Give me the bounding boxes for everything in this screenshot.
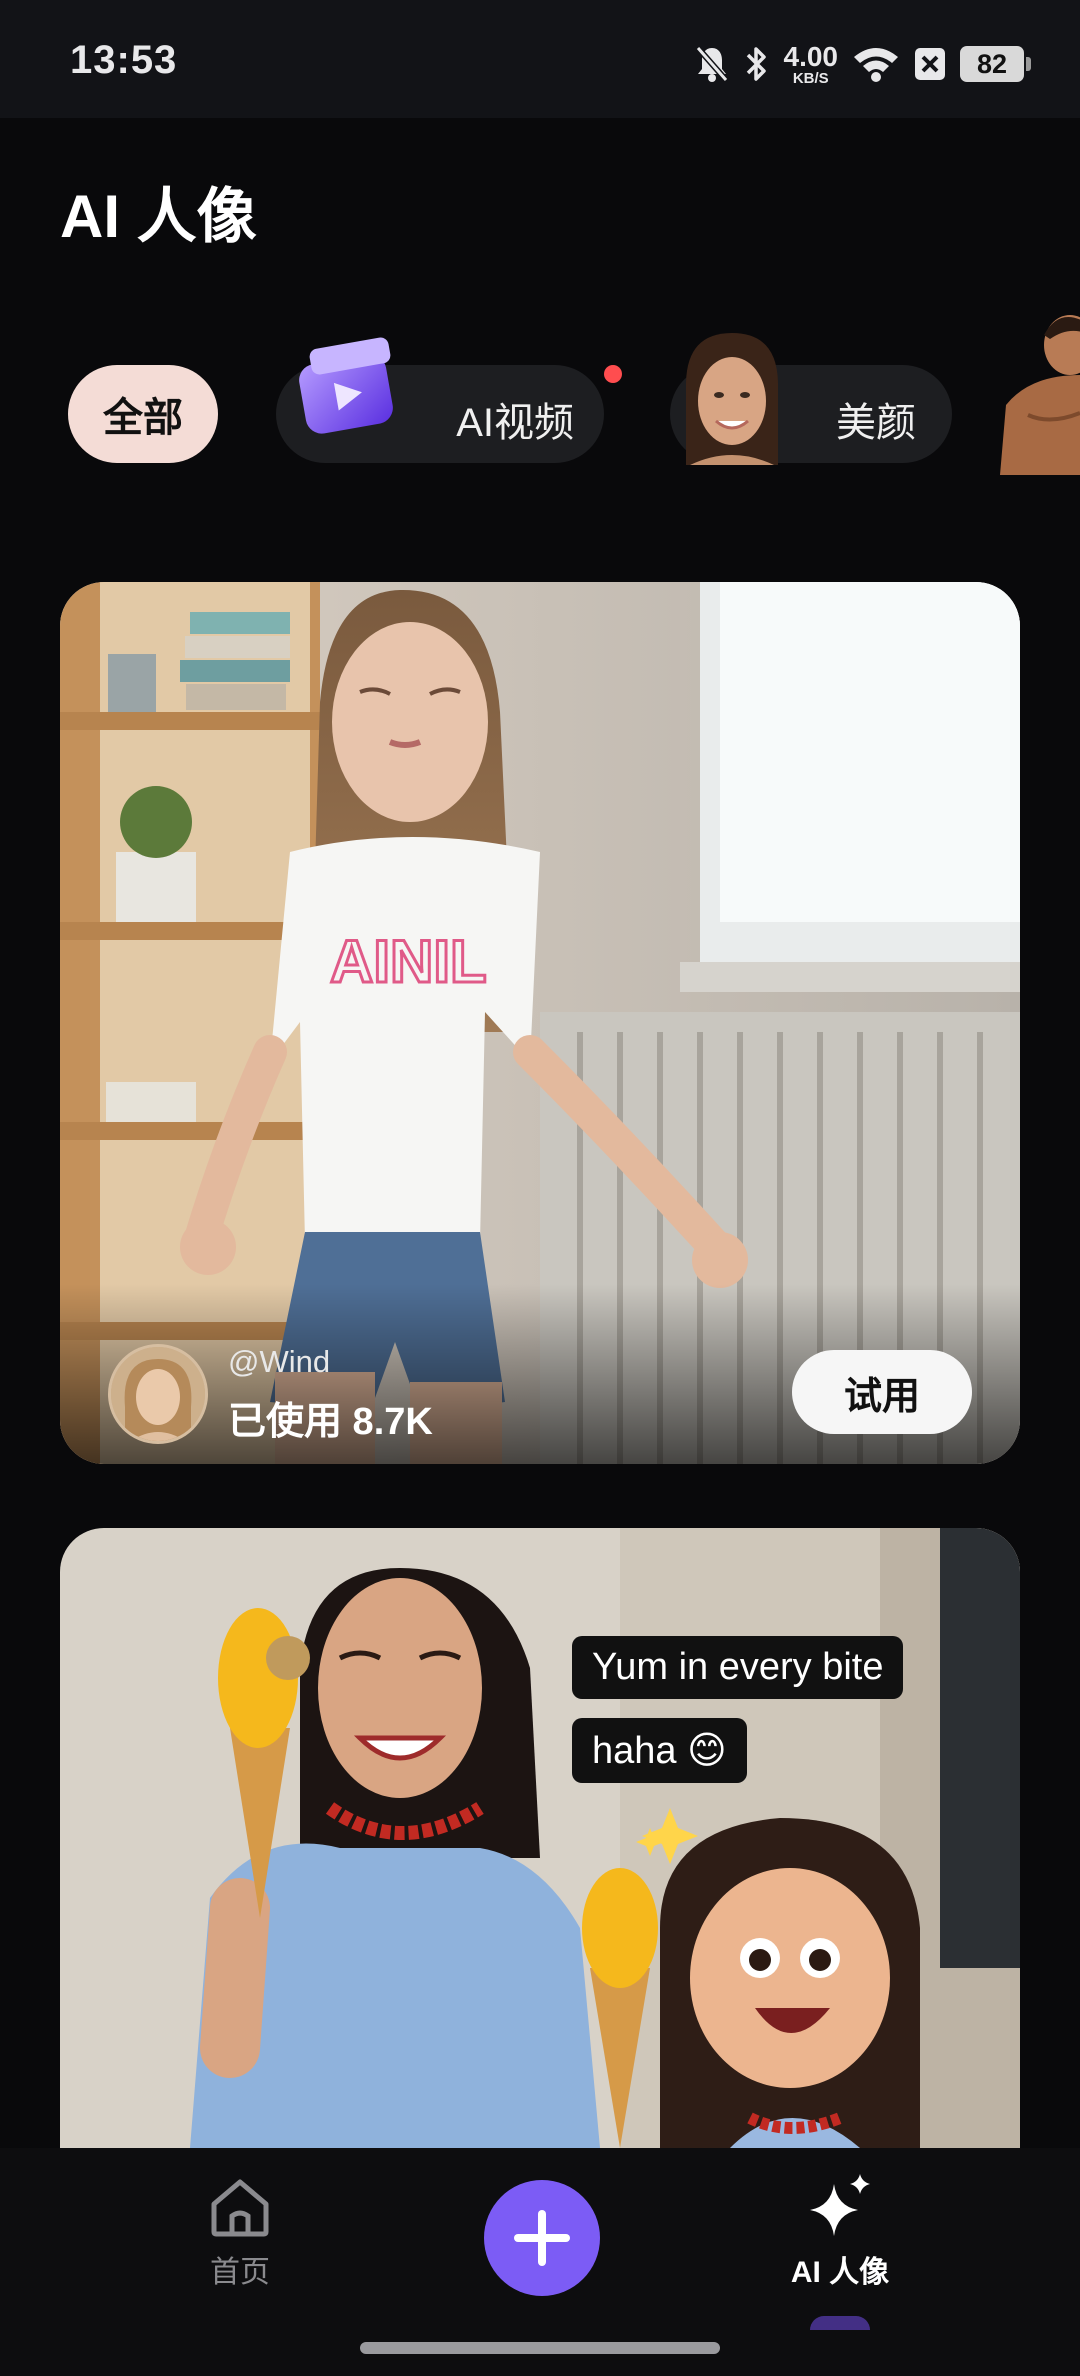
nav-home[interactable]: 首页 bbox=[190, 2178, 290, 2291]
home-indicator[interactable] bbox=[360, 2342, 720, 2354]
plus-icon bbox=[514, 2210, 570, 2266]
beauty-face-image bbox=[686, 333, 778, 465]
category-ai-video-chip[interactable]: AI视频 bbox=[276, 337, 604, 463]
battery-icon: 82 bbox=[960, 46, 1031, 82]
category-ai-video-label: AI视频 bbox=[456, 401, 574, 445]
page-title: AI 人像 bbox=[60, 183, 257, 250]
nav-home-label: 首页 bbox=[210, 2256, 270, 2289]
network-speed-unit: KB/S bbox=[792, 69, 829, 87]
usage-count: 已使用 8.7K bbox=[228, 1401, 433, 1443]
nav-ai-portrait[interactable]: AI 人像 bbox=[780, 2172, 900, 2291]
caption-haha: haha 😊 bbox=[572, 1718, 747, 1783]
author-avatar[interactable] bbox=[108, 1344, 208, 1444]
status-icons: 4.00 KB/S 82 bbox=[694, 38, 1031, 90]
status-time: 13:53 bbox=[70, 38, 178, 82]
screen: 13:53 4.00 KB/S 82 AI 人像 全部 AI视频 美颜 AINI… bbox=[0, 0, 1080, 2376]
category-tabs: 全部 AI视频 美颜 bbox=[0, 295, 1080, 495]
notification-dot bbox=[604, 365, 622, 383]
active-tab-indicator bbox=[810, 2316, 870, 2330]
nav-ai-portrait-label: AI 人像 bbox=[790, 2256, 890, 2289]
home-icon bbox=[211, 2179, 269, 2237]
template-card[interactable]: AINIL @Wind 已使用 8.7K 试用 bbox=[60, 582, 1020, 1464]
status-bar: 13:53 4.00 KB/S 82 bbox=[0, 0, 1080, 118]
ice-cream-women-image bbox=[60, 1528, 1020, 2148]
wifi-icon bbox=[854, 48, 898, 82]
network-speed-value: 4.00 bbox=[783, 40, 839, 72]
try-button[interactable]: 试用 bbox=[792, 1350, 972, 1434]
category-muscle-thumbnail[interactable] bbox=[1000, 305, 1080, 475]
mute-bell-icon bbox=[695, 46, 728, 82]
template-card[interactable]: Yum in every bite haha 😊 bbox=[60, 1528, 1020, 2148]
author-avatar-image bbox=[111, 1347, 205, 1441]
sparkle-icon bbox=[810, 2174, 870, 2236]
category-all-chip[interactable]: 全部 bbox=[68, 365, 218, 463]
author-name: @Wind bbox=[228, 1344, 331, 1379]
category-beauty-chip[interactable]: 美颜 bbox=[670, 333, 952, 465]
svg-text:AINIL: AINIL bbox=[330, 928, 487, 995]
x-box-icon bbox=[915, 48, 945, 80]
create-button[interactable] bbox=[484, 2180, 600, 2296]
caption-yum: Yum in every bite bbox=[572, 1636, 904, 1699]
video-cube-icon bbox=[299, 337, 393, 434]
category-beauty-label: 美颜 bbox=[836, 401, 916, 445]
bluetooth-icon bbox=[746, 47, 766, 81]
network-speed: 4.00 KB/S bbox=[783, 40, 839, 87]
